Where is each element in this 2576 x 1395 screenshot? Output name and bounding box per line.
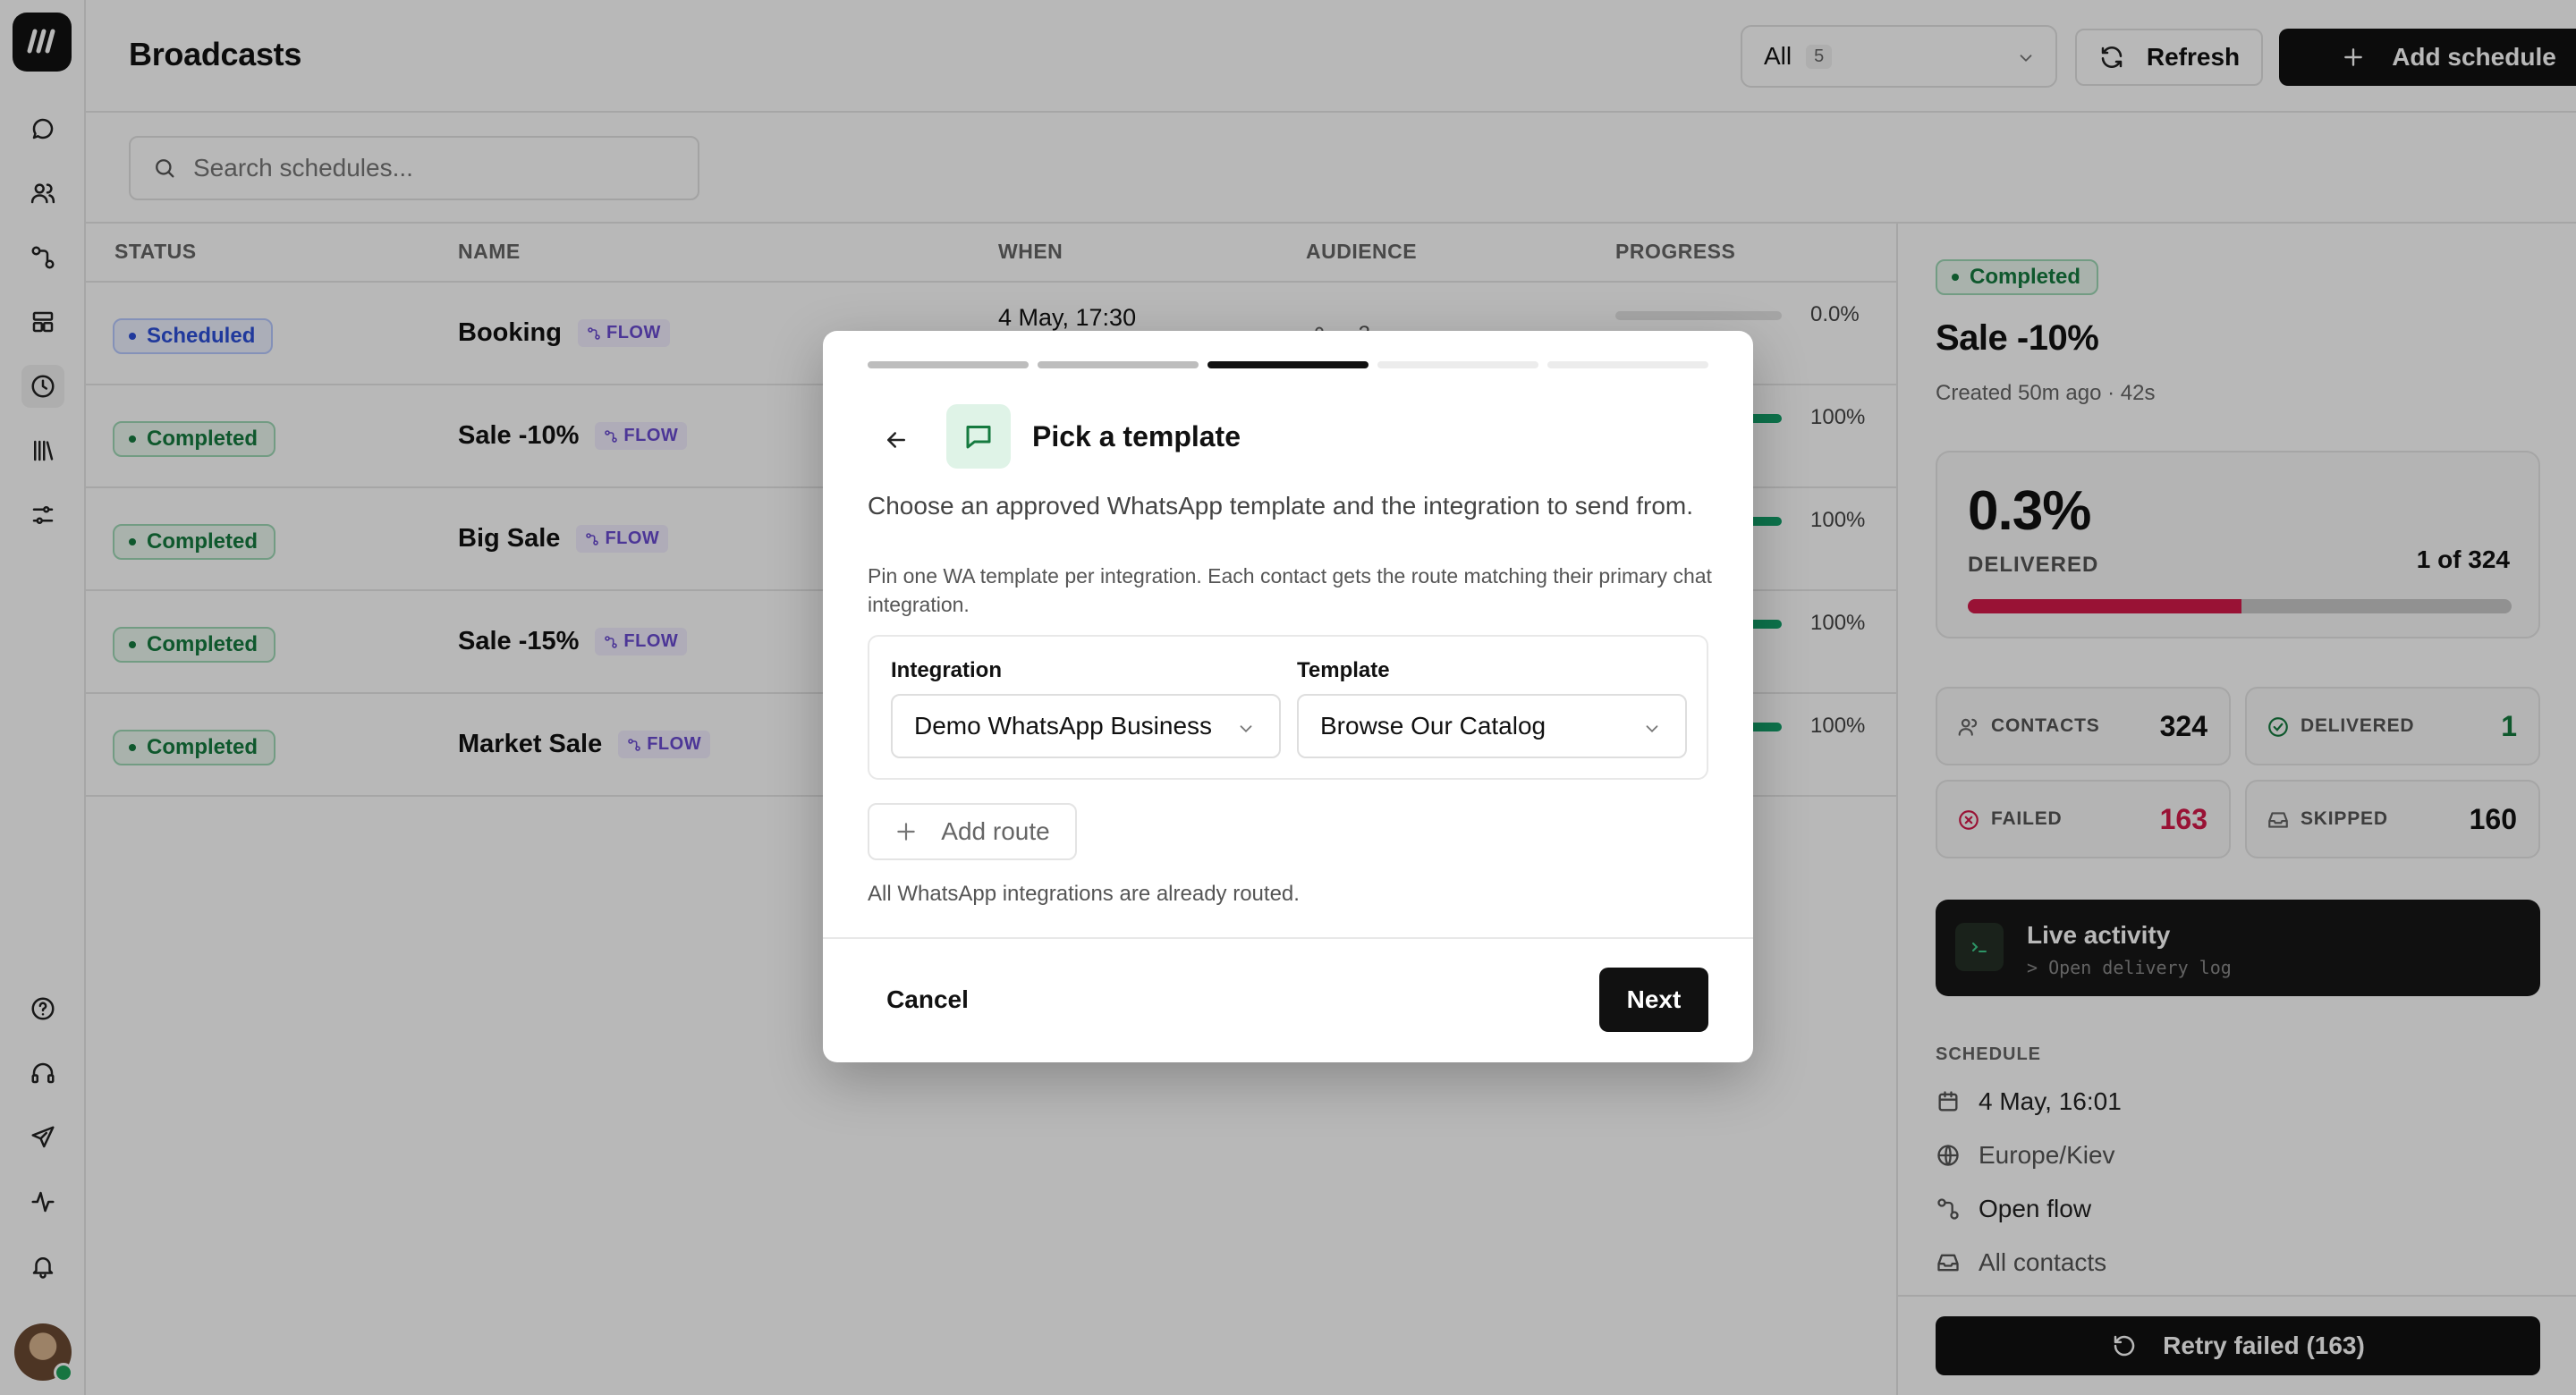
- integration-label: Integration: [891, 658, 1002, 682]
- add-route-button[interactable]: Add route: [868, 803, 1077, 860]
- template-label: Template: [1297, 658, 1390, 682]
- dialog-hint: Pin one WA template per integration. Eac…: [868, 564, 1712, 616]
- integration-select[interactable]: Demo WhatsApp Business: [891, 694, 1281, 758]
- dialog-footer: Cancel Next: [823, 937, 1753, 1062]
- template-select[interactable]: Browse Our Catalog: [1297, 694, 1687, 758]
- route-card: Integration Demo WhatsApp Business Templ…: [868, 635, 1708, 780]
- cancel-button[interactable]: Cancel: [868, 968, 987, 1032]
- message-square-icon: [946, 404, 1011, 469]
- wizard-step: [1208, 361, 1368, 368]
- routing-note: All WhatsApp integrations are already ro…: [868, 882, 1300, 906]
- dialog-description: Choose an approved WhatsApp template and…: [868, 492, 1694, 520]
- wizard-progress: [868, 361, 1708, 368]
- chevron-down-icon: [1240, 725, 1252, 733]
- wizard-step: [1547, 361, 1708, 368]
- plus-icon: [897, 823, 916, 841]
- wizard-step: [1377, 361, 1538, 368]
- pick-template-dialog: Pick a template Choose an approved Whats…: [823, 331, 1753, 1062]
- arrow-left-icon: [887, 432, 905, 448]
- dialog-title: Pick a template: [1032, 420, 1241, 452]
- next-button[interactable]: Next: [1599, 968, 1708, 1032]
- chevron-down-icon: [1646, 725, 1658, 733]
- wizard-step: [868, 361, 1029, 368]
- back-button[interactable]: [875, 418, 918, 461]
- wizard-step: [1038, 361, 1199, 368]
